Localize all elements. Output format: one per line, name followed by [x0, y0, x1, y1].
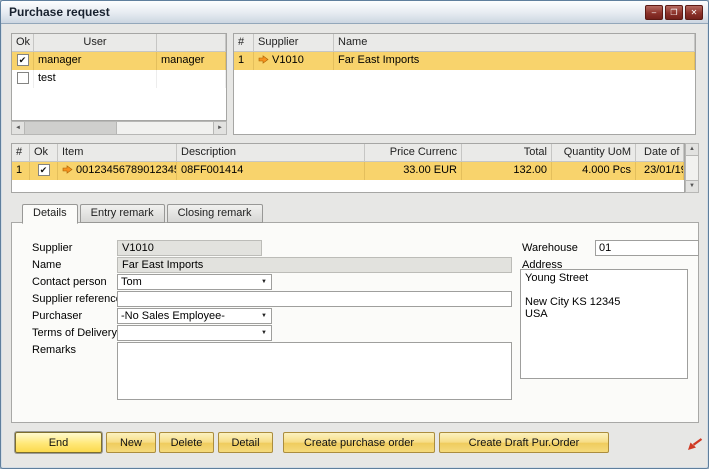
window-controls: – ❐ ✕: [645, 5, 703, 20]
items-col-date: Date of: [636, 144, 684, 162]
tab-entry-remark[interactable]: Entry remark: [80, 204, 165, 223]
scrollbar-thumb[interactable]: [25, 122, 117, 134]
item-description-cell[interactable]: 08FF001414: [177, 162, 365, 180]
supplier-code[interactable]: V1010: [272, 54, 304, 66]
purchase-request-window: Purchase request – ❐ ✕ Ok User ✔ manager…: [0, 0, 709, 469]
supplier-code-cell[interactable]: V1010: [254, 52, 334, 70]
scroll-down-icon[interactable]: ▼: [686, 180, 698, 192]
remarks-textarea[interactable]: [117, 342, 512, 400]
create-purchase-order-button[interactable]: Create purchase order: [283, 432, 435, 453]
item-row[interactable]: 1 ✔ 001234567890123456 08FF001414 33.00 …: [12, 162, 684, 180]
name-label: Name: [32, 257, 61, 273]
link-arrow-icon[interactable]: [258, 53, 269, 70]
address-textarea[interactable]: Young Street New City KS 12345 USA: [520, 269, 688, 379]
items-grid: # Ok Item Description Price Currenc Tota…: [11, 143, 685, 193]
user-ok-cell: ✔: [12, 52, 34, 70]
tab-details[interactable]: Details: [22, 204, 78, 224]
scroll-right-icon[interactable]: ►: [213, 122, 226, 134]
suppliers-col-num: #: [234, 34, 254, 52]
supplier-name-cell[interactable]: Far East Imports: [334, 52, 695, 70]
items-col-item: Item: [58, 144, 177, 162]
name-field: Far East Imports: [117, 257, 512, 273]
user-extra-cell[interactable]: [157, 70, 226, 88]
item-code[interactable]: 001234567890123456: [76, 164, 177, 176]
scroll-up-icon[interactable]: ▲: [686, 144, 698, 156]
user-ok-checkbox[interactable]: ✔: [17, 54, 29, 66]
suppliers-col-name: Name: [334, 34, 695, 52]
titlebar[interactable]: Purchase request – ❐ ✕: [1, 1, 708, 24]
user-name-cell[interactable]: test: [34, 70, 157, 88]
tab-bar: Details Entry remark Closing remark: [22, 204, 263, 223]
supplier-field: V1010: [117, 240, 262, 256]
chevron-down-icon[interactable]: ▼: [258, 326, 270, 340]
purchaser-combo: ▼: [117, 308, 272, 324]
items-col-price: Price Currenc: [365, 144, 462, 162]
users-grid: Ok User ✔ manager manager test: [11, 33, 227, 121]
terms-of-delivery-input[interactable]: [117, 325, 272, 341]
user-extra-cell[interactable]: manager: [157, 52, 226, 70]
items-col-num: #: [12, 144, 30, 162]
end-button[interactable]: End: [15, 432, 102, 453]
remarks-label: Remarks: [32, 342, 76, 358]
window-title: Purchase request: [9, 5, 110, 19]
supplier-row[interactable]: 1 V1010 Far East Imports: [234, 52, 695, 70]
scroll-left-icon[interactable]: ◄: [12, 122, 25, 134]
users-grid-header: Ok User: [12, 34, 226, 52]
users-col-extra: [157, 34, 226, 52]
details-panel: Supplier V1010 Name Far East Imports Con…: [11, 222, 699, 423]
create-draft-purchase-order-button[interactable]: Create Draft Pur.Order: [439, 432, 609, 453]
suppliers-grid-header: # Supplier Name: [234, 34, 695, 52]
contact-person-input[interactable]: [117, 274, 272, 290]
link-arrow-icon[interactable]: [62, 163, 73, 180]
users-col-user: User: [34, 34, 157, 52]
warehouse-input[interactable]: [595, 240, 699, 256]
users-col-ok: Ok: [12, 34, 34, 52]
supplier-num-cell: 1: [234, 52, 254, 70]
item-total-cell[interactable]: 132.00: [462, 162, 552, 180]
users-horizontal-scrollbar[interactable]: ◄ ►: [11, 121, 227, 135]
purchaser-label: Purchaser: [32, 308, 82, 324]
suppliers-col-supplier: Supplier: [254, 34, 334, 52]
user-name-cell[interactable]: manager: [34, 52, 157, 70]
delete-button[interactable]: Delete: [159, 432, 214, 453]
items-col-total: Total: [462, 144, 552, 162]
close-button[interactable]: ✕: [685, 5, 703, 20]
items-col-quantity: Quantity UoM: [552, 144, 636, 162]
terms-of-delivery-label: Terms of Delivery: [32, 325, 117, 341]
item-code-cell[interactable]: 001234567890123456: [58, 162, 177, 180]
warehouse-label: Warehouse: [522, 240, 578, 256]
user-row-manager[interactable]: ✔ manager manager: [12, 52, 226, 70]
chevron-down-icon[interactable]: ▼: [258, 309, 270, 323]
user-ok-checkbox[interactable]: [17, 72, 29, 84]
suppliers-grid: # Supplier Name 1 V1010 Far East Imports: [233, 33, 696, 135]
item-ok-checkbox[interactable]: ✔: [38, 164, 50, 176]
collapse-form-arrow-icon[interactable]: [687, 438, 703, 451]
item-quantity-cell[interactable]: 4.000 Pcs: [552, 162, 636, 180]
minimize-button[interactable]: –: [645, 5, 663, 20]
tab-closing-remark[interactable]: Closing remark: [167, 204, 263, 223]
user-ok-cell: [12, 70, 34, 88]
item-price-cell[interactable]: 33.00 EUR: [365, 162, 462, 180]
contact-person-label: Contact person: [32, 274, 107, 290]
item-num-cell: 1: [12, 162, 30, 180]
item-date-cell[interactable]: 23/01/19: [636, 162, 684, 180]
chevron-down-icon[interactable]: ▼: [258, 275, 270, 289]
supplier-label: Supplier: [32, 240, 72, 256]
terms-of-delivery-combo: ▼: [117, 325, 272, 341]
detail-button[interactable]: Detail: [218, 432, 273, 453]
purchaser-input[interactable]: [117, 308, 272, 324]
items-col-ok: Ok: [30, 144, 58, 162]
maximize-button[interactable]: ❐: [665, 5, 683, 20]
contact-person-combo: ▼: [117, 274, 272, 290]
items-vertical-scrollbar[interactable]: ▲ ▼: [685, 143, 699, 193]
user-row-test[interactable]: test: [12, 70, 226, 88]
item-ok-cell: ✔: [30, 162, 58, 180]
new-button[interactable]: New: [106, 432, 156, 453]
items-col-description: Description: [177, 144, 365, 162]
supplier-reference-input[interactable]: [117, 291, 512, 307]
items-grid-header: # Ok Item Description Price Currenc Tota…: [12, 144, 684, 162]
